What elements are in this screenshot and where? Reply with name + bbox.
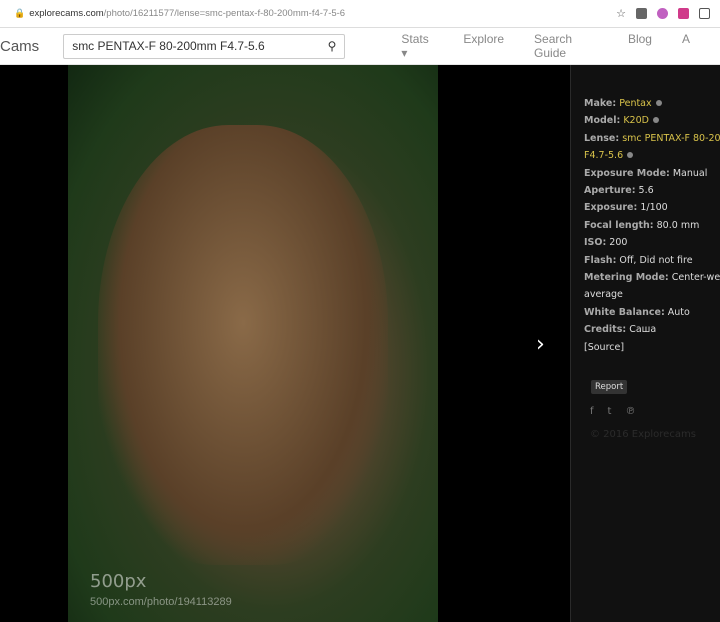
detail-label: Credits: <box>584 324 627 336</box>
facebook-icon[interactable]: f <box>590 406 594 417</box>
site-logo[interactable]: Cams <box>0 38 63 55</box>
detail-value: Off, Did not fire <box>619 254 693 266</box>
detail-label: Flash: <box>584 254 617 266</box>
extension-icon[interactable] <box>657 8 668 19</box>
url-text[interactable]: explorecams.com/photo/16211577/lense=smc… <box>29 8 345 19</box>
detail-label: Exposure Mode: <box>584 167 670 179</box>
star-icon[interactable]: ☆ <box>616 7 626 20</box>
report-button[interactable]: Report <box>591 380 628 395</box>
detail-label: Aperture: <box>584 185 636 197</box>
detail-value: Center-weighted <box>671 272 720 284</box>
detail-value[interactable]: F4.7-5.6 <box>584 150 623 161</box>
detail-row: Focal length: 80.0 mm <box>584 217 720 234</box>
dog-photo-subject <box>98 125 388 565</box>
detail-row-continued: F4.7-5.6 <box>584 147 720 164</box>
browser-address-bar[interactable]: 🔒 explorecams.com/photo/16211577/lense=s… <box>0 0 720 28</box>
detail-row-continued: average <box>584 286 720 303</box>
detail-row: Aperture: 5.6 <box>584 182 720 199</box>
detail-row: Model: K20D <box>584 112 720 129</box>
detail-label: Exposure: <box>584 202 638 214</box>
detail-row: Exposure: 1/100 <box>584 199 720 216</box>
detail-label: White Balance: <box>584 306 665 318</box>
search-value: smc PENTAX-F 80-200mm F4.7-5.6 <box>72 39 265 53</box>
detail-label: Make: <box>584 98 617 109</box>
detail-value: 1/100 <box>640 202 668 214</box>
photo-details-sidebar: Make: Pentax Model: K20D Lense: smc PENTAX… <box>570 65 720 622</box>
detail-row: Metering Mode: Center-weighted <box>584 269 720 286</box>
detail-row: Credits: Саша <box>584 321 720 338</box>
copyright: © 2016 Explorecams <box>590 429 696 441</box>
detail-label: Focal length: <box>584 219 654 231</box>
detail-value[interactable]: Pentax <box>619 98 651 109</box>
info-icon[interactable] <box>627 152 634 159</box>
extension-icon[interactable] <box>636 8 647 19</box>
lock-icon: 🔒 <box>14 8 26 19</box>
info-icon[interactable] <box>655 100 662 106</box>
detail-row: Lense: smc PENTAX-F 80-200mm <box>584 130 720 147</box>
chevron-right-icon[interactable]: › <box>536 332 545 357</box>
detail-label: ISO: <box>584 237 607 249</box>
source-link[interactable]: [Source] <box>584 339 720 356</box>
nav-stats[interactable]: Stats ▾ <box>401 32 433 60</box>
watermark-url: 500px.com/photo/194113289 <box>90 596 232 608</box>
pinterest-icon[interactable]: ℗ <box>625 406 635 417</box>
detail-label: Metering Mode: <box>584 272 669 284</box>
detail-row: Flash: Off, Did not fire <box>584 252 720 269</box>
detail-value: 5.6 <box>638 185 654 197</box>
detail-value: Manual <box>672 167 708 179</box>
detail-value: 80.0 mm <box>656 219 700 231</box>
detail-label: Model: <box>584 115 621 127</box>
detail-value: average <box>584 289 623 301</box>
detail-label: Lense: <box>584 132 620 144</box>
extension-icon[interactable] <box>678 8 689 19</box>
info-icon[interactable] <box>652 117 659 124</box>
search-icon[interactable]: ⚲ <box>328 39 337 53</box>
detail-row: Exposure Mode: Manual <box>584 165 720 182</box>
nav-more[interactable]: A <box>682 32 690 60</box>
detail-value: 200 <box>609 237 628 249</box>
detail-value[interactable]: smc PENTAX-F 80-200mm <box>622 133 720 144</box>
detail-row: White Balance: Auto <box>584 304 720 321</box>
detail-row: ISO: 200 <box>584 234 720 251</box>
detail-value: Саша <box>629 324 657 336</box>
site-header: Cams smc PENTAX-F 80-200mm F4.7-5.6 ⚲ St… <box>0 28 720 65</box>
nav-blog[interactable]: Blog <box>628 32 652 60</box>
extension-icon[interactable] <box>699 8 710 19</box>
detail-value: Auto <box>667 306 690 318</box>
nav-explore[interactable]: Explore <box>463 32 504 60</box>
watermark-logo: 500px <box>90 571 147 592</box>
photo: 500px 500px.com/photo/194113289 <box>68 65 438 622</box>
detail-value[interactable]: K20D <box>623 115 649 126</box>
twitter-icon[interactable]: t <box>608 406 612 417</box>
search-input[interactable]: smc PENTAX-F 80-200mm F4.7-5.6 ⚲ <box>63 33 346 59</box>
detail-row: Make: Pentax <box>584 95 720 112</box>
nav-search-guide[interactable]: Search Guide <box>534 32 598 60</box>
